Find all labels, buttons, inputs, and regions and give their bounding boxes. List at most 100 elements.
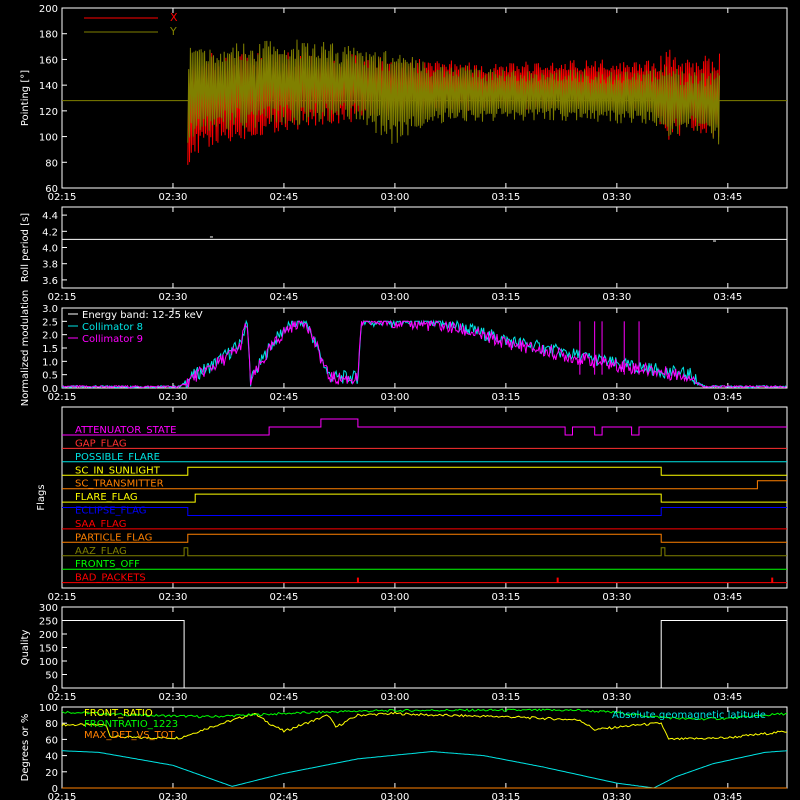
ratios-xtick-label: 03:45 <box>713 792 742 800</box>
flag-line-eclipse-flag <box>62 507 787 516</box>
modulation-xtick-label: 03:45 <box>713 392 742 403</box>
roll-ytick-label: 4.2 <box>42 227 58 238</box>
roll-ytick-label: 3.6 <box>42 276 58 287</box>
ratios-ytick-label: 100 <box>39 703 58 714</box>
pointing-ytick-label: 60 <box>45 184 58 195</box>
modulation-ytick-label: 3.0 <box>42 304 58 315</box>
flag-label: AAZ_FLAG <box>75 546 127 557</box>
pointing-legend-label: Y <box>169 25 177 38</box>
flag-label: PARTICLE_FLAG <box>75 532 152 543</box>
quality-xtick-label: 02:30 <box>159 692 188 703</box>
modulation-series-8 <box>61 319 787 389</box>
pointing-ytick-label: 180 <box>39 30 58 41</box>
ratio-series-absolute-geomagnetic-latitude <box>61 750 788 789</box>
flag-line-particle-flag <box>62 533 787 543</box>
flag-label: GAP_FLAG <box>75 438 127 449</box>
pointing-xtick-label: 02:45 <box>270 192 299 203</box>
modulation-xtick-label: 03:30 <box>602 392 631 403</box>
quality-ytick-label: 100 <box>39 657 58 668</box>
modulation-series-9 <box>61 319 787 389</box>
pointing-xtick-label: 03:45 <box>713 192 742 203</box>
modulation-legend-label: Collimator 9 <box>82 334 143 345</box>
flag-label: SC_IN_SUNLIGHT <box>75 465 161 476</box>
roll-ytick-label: 4.0 <box>42 244 58 255</box>
flags-xtick-label: 03:45 <box>713 592 742 603</box>
quality-xtick-label: 02:45 <box>270 692 299 703</box>
roll-xtick-label: 03:15 <box>491 292 520 303</box>
ratios-xtick-label: 02:45 <box>270 792 299 800</box>
pointing-ytick-label: 120 <box>39 107 58 118</box>
flags-ylabel: Flags <box>36 484 47 510</box>
quality-ytick-label: 150 <box>39 644 58 655</box>
flag-label: ECLIPSE_FLAG <box>75 506 146 517</box>
roll-xtick-label: 02:45 <box>270 292 299 303</box>
quality-series <box>62 620 787 689</box>
quality-xtick-label: 03:30 <box>602 692 631 703</box>
modulation-ytick-label: 2.0 <box>42 331 58 342</box>
modulation-ytick-label: 2.5 <box>42 317 58 328</box>
flag-label: POSSIBLE_FLARE <box>75 452 160 463</box>
modulation-ytick-label: 0.5 <box>42 371 58 382</box>
ratios-legend-label: FRONT_RATIO <box>84 708 153 719</box>
roll-xtick-label: 02:30 <box>159 292 188 303</box>
flags-xtick-label: 02:15 <box>48 592 77 603</box>
flag-label: ATTENUATOR_STATE <box>75 425 176 436</box>
flags-xtick-label: 02:45 <box>270 592 299 603</box>
flag-line-flare-flag <box>62 493 787 503</box>
pointing-legend-label: X <box>170 11 178 24</box>
pointing-ytick-label: 80 <box>45 158 58 169</box>
quality-ytick-label: 50 <box>45 671 58 682</box>
pointing-ylabel: Pointing [°] <box>20 70 31 126</box>
modulation-xtick-label: 03:00 <box>380 392 409 403</box>
roll-ylabel: Roll period [s] <box>20 213 31 282</box>
modulation-legend-label: Collimator 8 <box>82 322 143 333</box>
flags-xtick-label: 02:30 <box>159 592 188 603</box>
quality-ytick-label: 250 <box>39 617 58 628</box>
ratios-xtick-label: 03:30 <box>602 792 631 800</box>
flag-label: FLARE_FLAG <box>75 492 138 503</box>
quality-xtick-label: 03:45 <box>713 692 742 703</box>
flag-line-sc-transmitter <box>62 480 787 490</box>
roll-xtick-label: 03:00 <box>380 292 409 303</box>
roll-xtick-label: 03:45 <box>713 292 742 303</box>
ratios-ytick-label: 20 <box>45 768 58 779</box>
quality-frame <box>61 606 788 689</box>
flags-xtick-label: 03:15 <box>491 592 520 603</box>
roll-xtick-label: 03:30 <box>602 292 631 303</box>
chart-canvas: 02:15 02:30 02:45 03:00 03:15 03:30 03:45 60 80 1… <box>0 0 800 800</box>
pointing-ytick-label: 140 <box>39 81 58 92</box>
modulation-ylabel: Normalized modulation <box>20 290 31 407</box>
modulation-xtick-label: 02:30 <box>159 392 188 403</box>
flags-xtick-label: 03:00 <box>380 592 409 603</box>
ratios-ytick-label: 60 <box>45 735 58 746</box>
quality-ytick-label: 0 <box>52 684 58 695</box>
modulation-xtick-label: 02:45 <box>270 392 299 403</box>
multi-panel-chart: 02:15 02:30 02:45 03:00 03:15 03:30 03:45 60 80 1… <box>20 4 788 800</box>
pointing-xtick-label: 03:30 <box>602 192 631 203</box>
flag-line-aaz-flag <box>62 547 787 557</box>
roll-frame <box>61 206 788 289</box>
ratios-ytick-label: 0 <box>52 784 58 795</box>
roll-ytick-label: 4.4 <box>42 211 58 222</box>
quality-ytick-label: 200 <box>39 630 58 641</box>
ratios-ytick-label: 80 <box>45 719 58 730</box>
ratios-xtick-label: 03:00 <box>380 792 409 800</box>
ratios-ytick-label: 40 <box>45 752 58 763</box>
roll-xtick-label: 02:15 <box>48 292 77 303</box>
modulation-ytick-label: 1.5 <box>42 344 58 355</box>
ratios-legend-label: FRONTRATIO_1223 <box>84 719 178 730</box>
quality-ylabel: Quality <box>20 630 31 666</box>
flag-label: SC_TRANSMITTER <box>75 479 164 490</box>
roll-ytick-label: 3.8 <box>42 260 58 271</box>
pointing-xtick-label: 03:00 <box>380 192 409 203</box>
flag-label: FRONTS_OFF <box>75 559 140 570</box>
ratios-legend-label: MAX_DET_VS_TOT <box>84 730 176 741</box>
ratios-legend-label: Absolute geomagnetic latitude <box>612 710 766 721</box>
pointing-ytick-label: 200 <box>39 4 58 15</box>
ratios-ylabel: Degrees or % <box>20 714 31 782</box>
ratios-xtick-label: 02:30 <box>159 792 188 800</box>
flags-xtick-label: 03:30 <box>602 592 631 603</box>
ratios-xtick-label: 03:15 <box>491 792 520 800</box>
pointing-ytick-label: 100 <box>39 133 58 144</box>
pointing-xtick-label: 02:30 <box>159 192 188 203</box>
